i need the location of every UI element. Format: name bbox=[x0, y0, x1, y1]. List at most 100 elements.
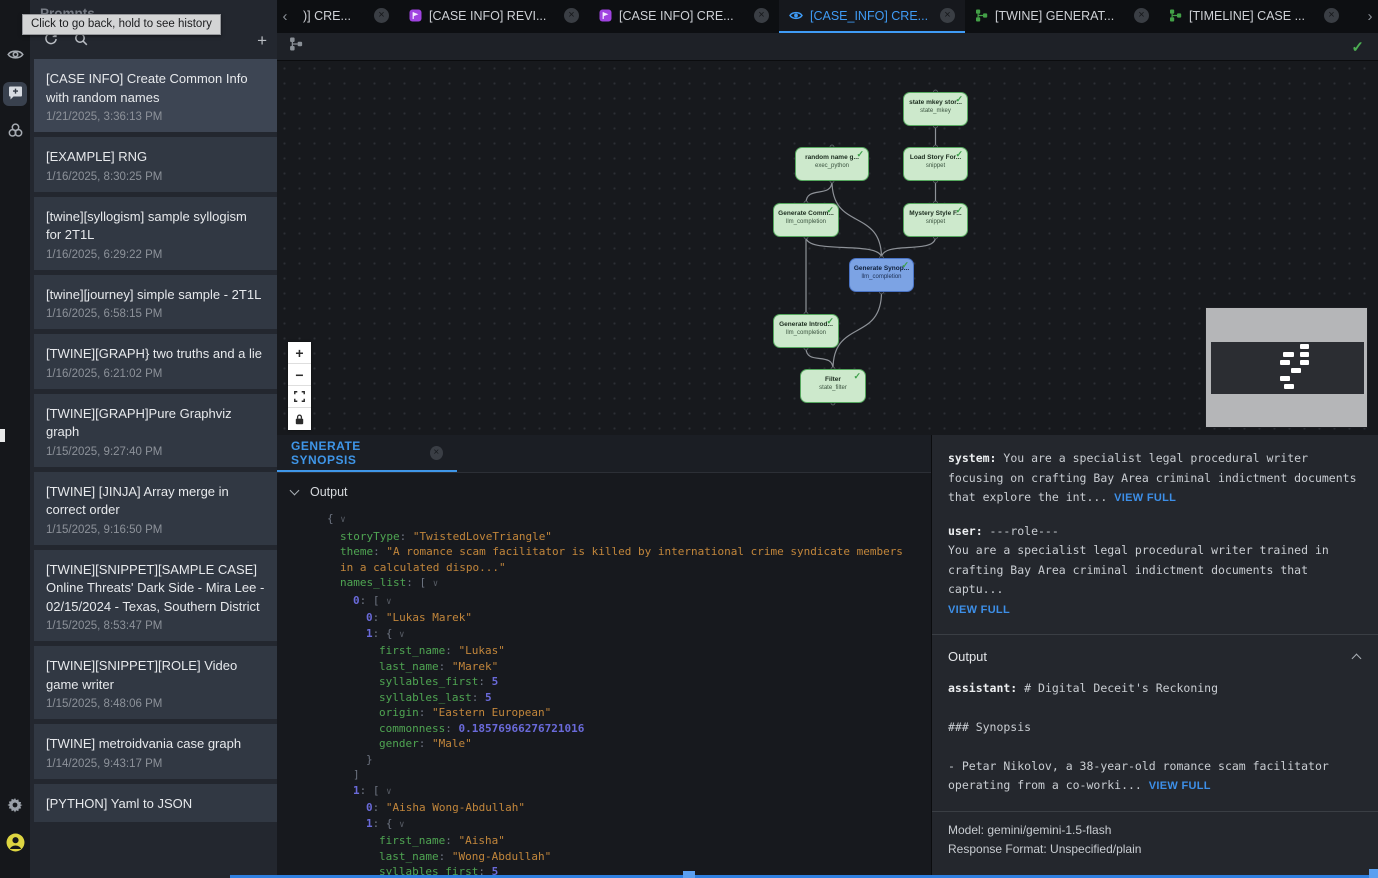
view-full-user-link[interactable]: VIEW FULL bbox=[948, 604, 1010, 616]
graph-node[interactable]: ✓Generate Comm...llm_completion bbox=[773, 203, 839, 237]
node-type: exec_python bbox=[796, 163, 868, 169]
tab-item[interactable]: )] CRE...× bbox=[293, 0, 399, 33]
inspector-output-title: Output bbox=[948, 647, 987, 667]
prompt-title: [TWINE] [JINJA] Array merge in correct o… bbox=[46, 483, 265, 520]
tab-label: [CASE INFO] REVI... bbox=[429, 9, 557, 23]
prompt-title: [twine][journey] simple sample - 2T1L bbox=[46, 286, 265, 305]
close-icon[interactable]: × bbox=[1324, 8, 1339, 23]
graph-icon bbox=[1169, 9, 1182, 22]
node-check-icon: ✓ bbox=[826, 205, 834, 216]
fit-view-button[interactable] bbox=[288, 386, 311, 408]
list-item[interactable]: [TWINE][GRAPH]Pure Graphviz graph1/15/20… bbox=[34, 394, 277, 467]
user-role-label: user: bbox=[948, 524, 983, 538]
list-item[interactable]: [CASE INFO] Create Common Info with rand… bbox=[34, 59, 277, 132]
chat-plus-icon bbox=[8, 85, 23, 103]
tabs-scroll-left-button[interactable]: ‹ bbox=[277, 0, 293, 33]
eye-icon bbox=[789, 10, 803, 21]
close-icon[interactable]: × bbox=[940, 8, 955, 23]
settings-button[interactable] bbox=[3, 794, 27, 818]
flow-canvas[interactable]: ✓state mkey stor...state_mkey ✓random nam… bbox=[277, 61, 1378, 435]
list-item[interactable]: [twine][syllogism] sample syllogism for … bbox=[34, 197, 277, 270]
code-line: storyType: "TwistedLoveTriangle" bbox=[327, 529, 907, 545]
trefoil-knot-icon bbox=[7, 122, 24, 142]
tab-generate-synopsis[interactable]: GENERATE SYNOPSIS × bbox=[277, 435, 457, 472]
prompt-timestamp: 1/21/2025, 3:36:13 PM bbox=[46, 111, 265, 123]
list-item[interactable]: [TWINE][GRAPH} two truths and a lie1/16/… bbox=[34, 334, 277, 389]
list-item[interactable]: [TWINE][SNIPPET][ROLE] Video game writer… bbox=[34, 646, 277, 719]
graph-node[interactable]: ✓Mystery Style F...snippet bbox=[903, 203, 968, 237]
valid-check-icon: ✓ bbox=[1351, 38, 1364, 56]
list-item[interactable]: [TWINE] metroidvania case graph1/14/2025… bbox=[34, 724, 277, 779]
tab-item[interactable]: [TIMELINE] CASE ... × bbox=[1159, 0, 1349, 33]
prompt-title: [TWINE][GRAPH} two truths and a lie bbox=[46, 345, 265, 364]
close-icon[interactable]: × bbox=[1134, 8, 1149, 23]
graph-node[interactable]: ✓Filterstate_filter bbox=[800, 369, 866, 403]
node-check-icon: ✓ bbox=[955, 149, 963, 160]
close-icon[interactable]: × bbox=[754, 8, 769, 23]
json-output-tree[interactable]: { ∨storyType: "TwistedLoveTriangle"theme… bbox=[277, 511, 931, 878]
tab-item[interactable]: [CASE INFO] REVI... × bbox=[399, 0, 589, 33]
close-icon[interactable]: × bbox=[374, 8, 389, 23]
graph-node[interactable]: ✓random name g...exec_python bbox=[795, 147, 869, 181]
code-line: gender: "Male" bbox=[327, 736, 907, 752]
tab-active[interactable]: [CASE_INFO] CRE... × bbox=[779, 0, 965, 33]
tab-item[interactable]: [TWINE] GENERAT...× bbox=[965, 0, 1159, 33]
tab-label: [CASE_INFO] CRE... bbox=[810, 9, 933, 23]
user-text: ---role--- You are a specialist legal pr… bbox=[948, 524, 1336, 597]
user-message: user: ---role--- You are a specialist le… bbox=[948, 522, 1362, 621]
minimap[interactable] bbox=[1205, 307, 1368, 428]
node-check-icon: ✓ bbox=[955, 205, 963, 216]
prompt-timestamp: 1/16/2025, 6:29:22 PM bbox=[46, 249, 265, 261]
workflow-nav-button[interactable] bbox=[3, 120, 27, 144]
model-name: Model: gemini/gemini-1.5-flash bbox=[948, 821, 1362, 840]
prompt-title: [CASE INFO] Create Common Info with rand… bbox=[46, 70, 265, 107]
prompt-timestamp: 1/15/2025, 9:16:50 PM bbox=[46, 524, 265, 536]
code-line: ] bbox=[327, 767, 907, 783]
tab-item[interactable]: [CASE INFO] CRE...× bbox=[589, 0, 779, 33]
list-item[interactable]: [TWINE][SNIPPET][SAMPLE CASE] Online Thr… bbox=[34, 550, 277, 642]
tab-label: GENERATE SYNOPSIS bbox=[291, 439, 420, 467]
output-tab-strip: GENERATE SYNOPSIS × bbox=[277, 435, 931, 473]
close-icon[interactable]: × bbox=[430, 446, 443, 460]
tabs-scroll-right-button[interactable]: › bbox=[1362, 0, 1378, 33]
graph-node[interactable]: ✓Generate Synop...llm_completion bbox=[849, 258, 914, 292]
graph-node[interactable]: ✓state mkey stor...state_mkey bbox=[903, 92, 968, 126]
code-line: last_name: "Marek" bbox=[327, 659, 907, 675]
list-item[interactable]: [PYTHON] Yaml to JSON bbox=[34, 784, 277, 823]
list-item[interactable]: [TWINE] [JINJA] Array merge in correct o… bbox=[34, 472, 277, 545]
zoom-in-button[interactable]: + bbox=[288, 342, 311, 364]
prompts-nav-button[interactable] bbox=[3, 82, 27, 106]
user-avatar-icon bbox=[6, 833, 25, 855]
node-type: llm_completion bbox=[774, 219, 838, 225]
graph-layout-icon[interactable] bbox=[289, 37, 303, 56]
view-full-assistant-link[interactable]: VIEW FULL bbox=[1149, 780, 1211, 792]
splitter-grip[interactable] bbox=[683, 871, 695, 878]
close-icon[interactable]: × bbox=[564, 8, 579, 23]
code-line: theme: "A romance scam facilitator is ki… bbox=[327, 544, 907, 575]
code-line: commonness: 0.18576966276721016 bbox=[327, 721, 907, 737]
zoom-out-button[interactable]: − bbox=[288, 364, 311, 386]
node-type: snippet bbox=[904, 219, 967, 225]
minimap-node bbox=[1283, 352, 1294, 357]
graph-node[interactable]: ✓Load Story For...snippet bbox=[903, 147, 968, 181]
lock-button[interactable] bbox=[288, 408, 311, 430]
eye-view-button[interactable] bbox=[3, 44, 27, 68]
node-type: llm_completion bbox=[774, 330, 838, 336]
node-output-panel: GENERATE SYNOPSIS × Output { ∨storyType:… bbox=[277, 435, 931, 878]
tab-label: [TIMELINE] CASE ... bbox=[1189, 9, 1317, 23]
prompt-icon bbox=[599, 9, 612, 22]
inspector-output-toggle[interactable]: Output bbox=[948, 635, 1362, 679]
output-section-toggle[interactable]: Output bbox=[277, 485, 931, 499]
left-splitter-handle[interactable] bbox=[0, 429, 5, 442]
graph-node[interactable]: ✓Generate Introd...llm_completion bbox=[773, 314, 839, 348]
account-button[interactable] bbox=[3, 832, 27, 856]
code-line: { ∨ bbox=[327, 511, 907, 529]
minimap-node bbox=[1280, 360, 1290, 365]
splitter-corner[interactable] bbox=[1369, 869, 1378, 878]
minimap-node bbox=[1300, 360, 1310, 365]
add-prompt-button[interactable]: + bbox=[257, 32, 267, 49]
prompts-panel: Prompts + [CASE INFO] Create Common Info… bbox=[30, 0, 277, 878]
view-full-system-link[interactable]: VIEW FULL bbox=[1114, 492, 1176, 504]
list-item[interactable]: [EXAMPLE] RNG1/16/2025, 8:30:25 PM bbox=[34, 137, 277, 192]
list-item[interactable]: [twine][journey] simple sample - 2T1L1/1… bbox=[34, 275, 277, 330]
